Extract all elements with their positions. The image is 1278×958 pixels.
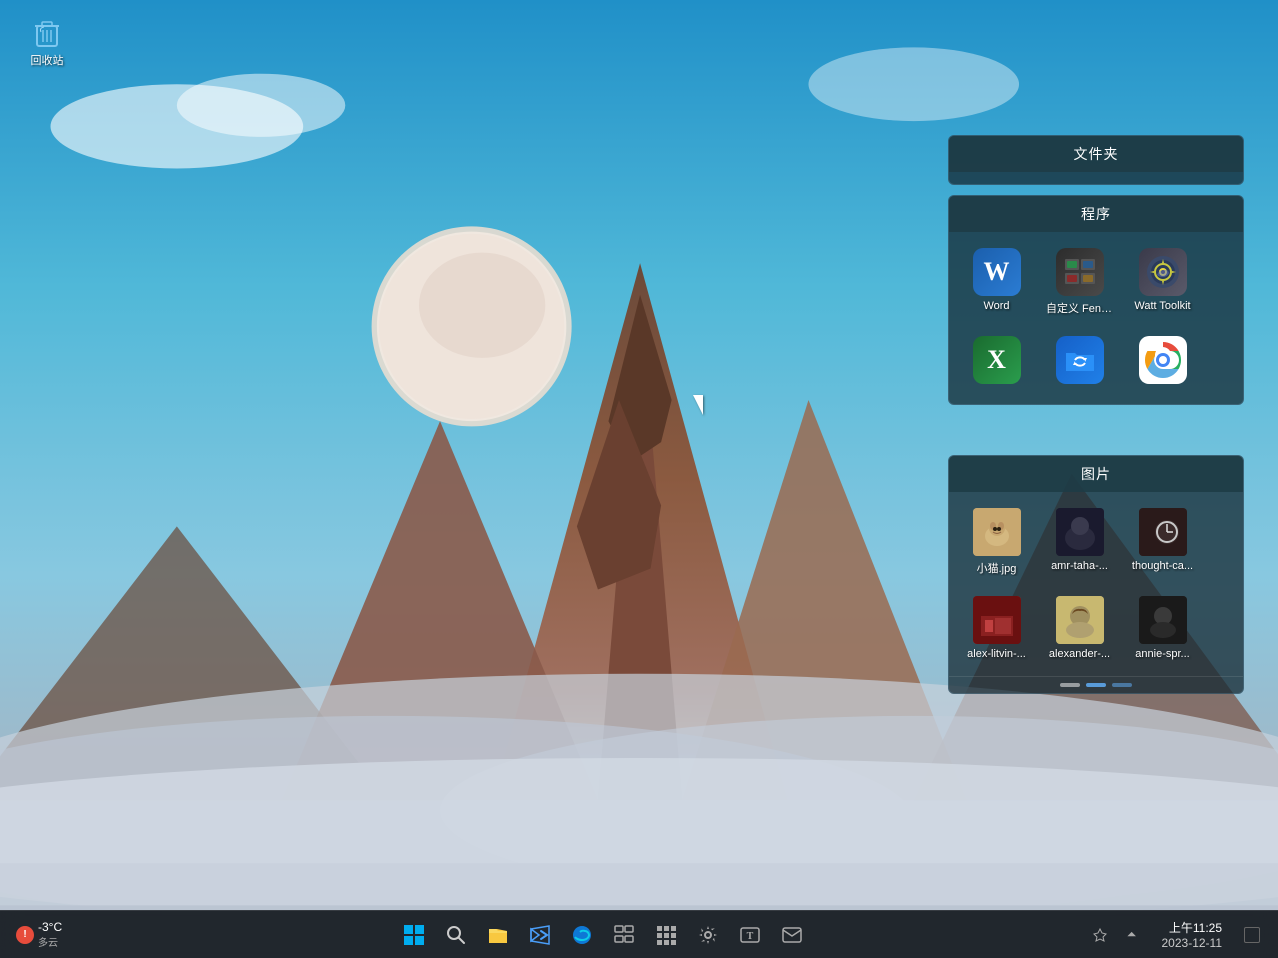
grid-button[interactable] (646, 915, 686, 955)
fence-pictures-title: 图片 (949, 456, 1243, 492)
search-button[interactable] (436, 915, 476, 955)
photo-thought-label: thought-ca... (1129, 560, 1196, 572)
fence-photo-thought[interactable]: thought-ca... (1125, 502, 1200, 582)
show-desktop-button[interactable] (1238, 921, 1266, 949)
word-label: Word (963, 300, 1030, 312)
taskbar-right: ⏶ 上午11:25 2023-12-11 (1086, 915, 1278, 954)
fence-item-excel[interactable]: X (959, 330, 1034, 394)
fence-photo-alexl[interactable]: alex-litvin-... (959, 590, 1034, 666)
photo-thumb-thought (1139, 508, 1187, 556)
photo-thumb-cat (973, 508, 1021, 556)
weather-icon: ! (16, 926, 34, 944)
photo-alexander-label: alexander-... (1046, 648, 1113, 660)
photo-thumb-alexander (1056, 596, 1104, 644)
fences-app-icon (1056, 248, 1104, 296)
desktop: 回收站 文件夹 程序 W Word (0, 0, 1278, 958)
fence-programs-title: 程序 (949, 196, 1243, 232)
settings-button[interactable] (688, 915, 728, 955)
fence-item-watt[interactable]: Watt Toolkit (1125, 242, 1200, 322)
excel-app-icon: X (973, 336, 1021, 384)
chrome-app-icon (1139, 336, 1187, 384)
photo-thumb-annie (1139, 596, 1187, 644)
watt-app-icon (1139, 248, 1187, 296)
word-app-icon: W (973, 248, 1021, 296)
show-desktop-icon (1244, 927, 1260, 943)
fence-item-chrome[interactable] (1125, 330, 1200, 394)
fence-photo-cat[interactable]: 小猫.jpg (959, 502, 1034, 582)
fence-item-folder[interactable] (1042, 330, 1117, 394)
recycle-bin-icon[interactable]: 回收站 (12, 8, 82, 72)
fence-photo-alexander[interactable]: alexander-... (1042, 590, 1117, 666)
system-tray: ⏶ (1086, 921, 1146, 949)
fence-programs-content: W Word 自定义 (949, 232, 1243, 404)
datetime-display[interactable]: 上午11:25 2023-12-11 (1154, 915, 1231, 954)
tray-icon-2[interactable]: ⏶ (1118, 921, 1146, 949)
fence-folder-content (949, 172, 1243, 184)
time-display: 上午11:25 (1162, 919, 1223, 936)
fence-photo-annie[interactable]: annie-spr... (1125, 590, 1200, 666)
scroll-dot-2[interactable] (1086, 683, 1106, 687)
fences-taskbar-button[interactable] (604, 915, 644, 955)
scroll-dot-1[interactable] (1060, 683, 1080, 687)
edge-button[interactable] (562, 915, 602, 955)
photo-annie-label: annie-spr... (1129, 648, 1196, 660)
taskbar-left: ! -3°C 多云 (0, 916, 120, 953)
photo-cat-label: 小猫.jpg (963, 560, 1030, 576)
fence-pictures: 图片 小猫.jpg (948, 455, 1244, 694)
fence-pictures-content: 小猫.jpg amr-taha-... (949, 492, 1243, 676)
photo-alexl-label: alex-litvin-... (963, 648, 1030, 660)
fence-folder: 文件夹 (948, 135, 1244, 185)
photo-thumb-alexl (973, 596, 1021, 644)
fence-photo-amr[interactable]: amr-taha-... (1042, 502, 1117, 582)
folder-app-icon (1056, 336, 1104, 384)
scroll-dot-3[interactable] (1112, 683, 1132, 687)
recycle-bin-label: 回收站 (31, 52, 64, 68)
date-display: 2023-12-11 (1162, 936, 1223, 950)
scroll-indicator (949, 676, 1243, 693)
vscode-button[interactable] (520, 915, 560, 955)
fence-item-word[interactable]: W Word (959, 242, 1034, 322)
weather-widget[interactable]: ! -3°C 多云 (8, 916, 70, 953)
start-button[interactable] (394, 915, 434, 955)
photo-amr-label: amr-taha-... (1046, 560, 1113, 572)
weather-info: -3°C 多云 (38, 920, 62, 949)
watt-label: Watt Toolkit (1129, 300, 1196, 312)
fences-label: 自定义 Fences (1046, 300, 1113, 316)
photo-thumb-amr (1056, 508, 1104, 556)
recycle-bin-image (27, 12, 67, 52)
weather-desc: 多云 (38, 934, 62, 949)
svg-text:T: T (746, 931, 753, 942)
taskbar-center: T (120, 915, 1086, 955)
taskbar: ! -3°C 多云 (0, 910, 1278, 958)
email-button[interactable] (772, 915, 812, 955)
fence-folder-title: 文件夹 (949, 136, 1243, 172)
fence-programs: 程序 W Word (948, 195, 1244, 405)
typora-button[interactable]: T (730, 915, 770, 955)
fence-item-fences[interactable]: 自定义 Fences (1042, 242, 1117, 322)
tray-icon-1[interactable] (1086, 921, 1114, 949)
file-explorer-button[interactable] (478, 915, 518, 955)
temperature: -3°C (38, 920, 62, 934)
